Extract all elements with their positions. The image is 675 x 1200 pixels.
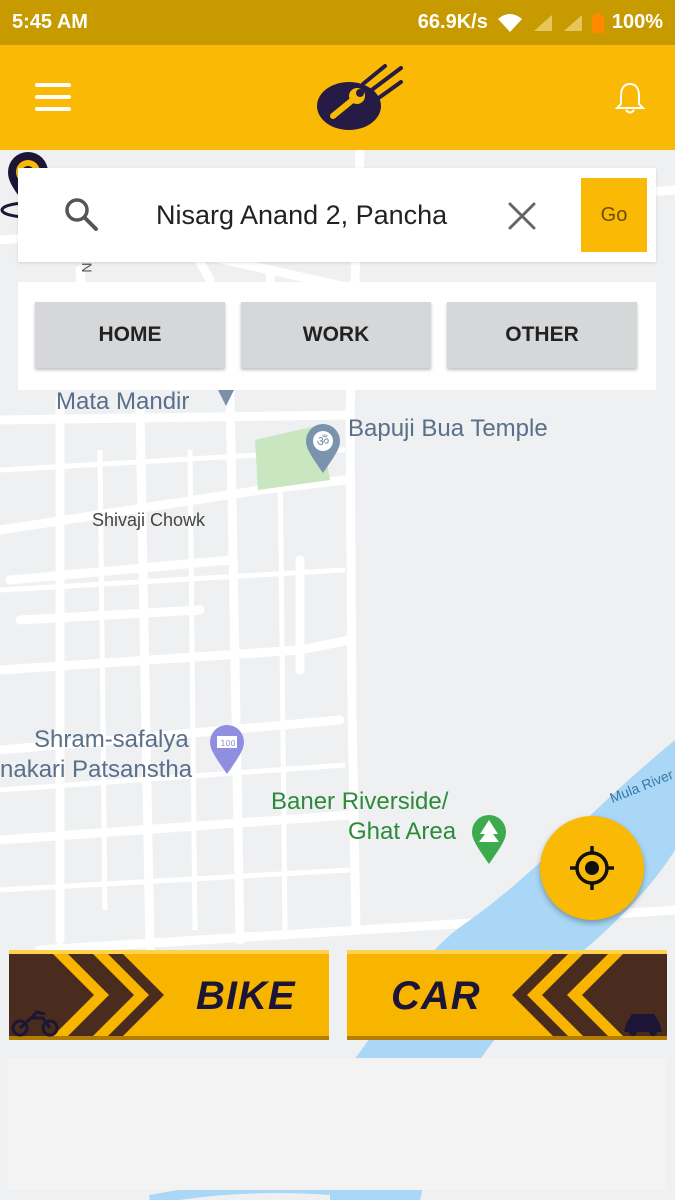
crosshair-icon (570, 846, 614, 890)
search-icon (65, 198, 98, 231)
home-button[interactable]: HOME (35, 302, 225, 368)
map-label-mata-mandir: Mata Mandir (56, 388, 190, 415)
app-bar (0, 45, 675, 150)
battery-level: 100% (611, 11, 663, 33)
signal-icon-2 (563, 14, 582, 31)
svg-text:100: 100 (220, 739, 235, 748)
car-label: CAR (391, 974, 481, 1018)
status-time: 5:45 AM (12, 11, 88, 33)
map-label-bapuji-bua-temple: Bapuji Bua Temple (348, 415, 548, 442)
status-icons: 66.9K/s 100% (418, 11, 663, 34)
bike-label: BIKE (196, 974, 296, 1018)
signal-icon (533, 14, 552, 31)
work-button[interactable]: WORK (241, 302, 431, 368)
status-bar: 5:45 AM 66.9K/s 100% (0, 0, 675, 45)
app-logo (317, 64, 403, 130)
car-button[interactable]: CAR (347, 950, 667, 1040)
search-bar: Go (18, 168, 656, 262)
location-search-input[interactable] (156, 192, 476, 238)
my-location-button[interactable] (540, 816, 644, 920)
map-label-patsanstha: nakari Patsanstha (0, 756, 193, 783)
clear-icon[interactable] (506, 200, 538, 232)
battery-icon (591, 12, 604, 33)
wifi-icon (497, 13, 522, 32)
motorbike-icon (11, 1010, 59, 1037)
car-icon (624, 1014, 662, 1036)
map-label-shram-safalya: Shram-safalya (34, 726, 189, 753)
bank-pin-icon[interactable]: 100 (208, 724, 246, 776)
go-button[interactable]: Go (581, 178, 647, 252)
menu-icon[interactable] (35, 83, 71, 111)
network-speed: 66.9K/s (417, 11, 488, 33)
bottom-panel (8, 1058, 667, 1190)
map-label-ghat-area: Ghat Area (348, 818, 457, 845)
notification-bell-icon[interactable] (615, 81, 645, 115)
temple-pin-icon[interactable]: ॐ (304, 423, 342, 475)
bike-button[interactable]: BIKE (9, 950, 329, 1040)
other-button[interactable]: OTHER (447, 302, 637, 368)
park-pin-icon[interactable] (470, 814, 508, 866)
map-label-shivaji-chowk: Shivaji Chowk (92, 510, 206, 530)
saved-places-bar: HOME WORK OTHER (18, 282, 656, 390)
svg-text:ॐ: ॐ (317, 434, 330, 450)
map-label-baner-riverside: Baner Riverside/ (271, 788, 449, 815)
